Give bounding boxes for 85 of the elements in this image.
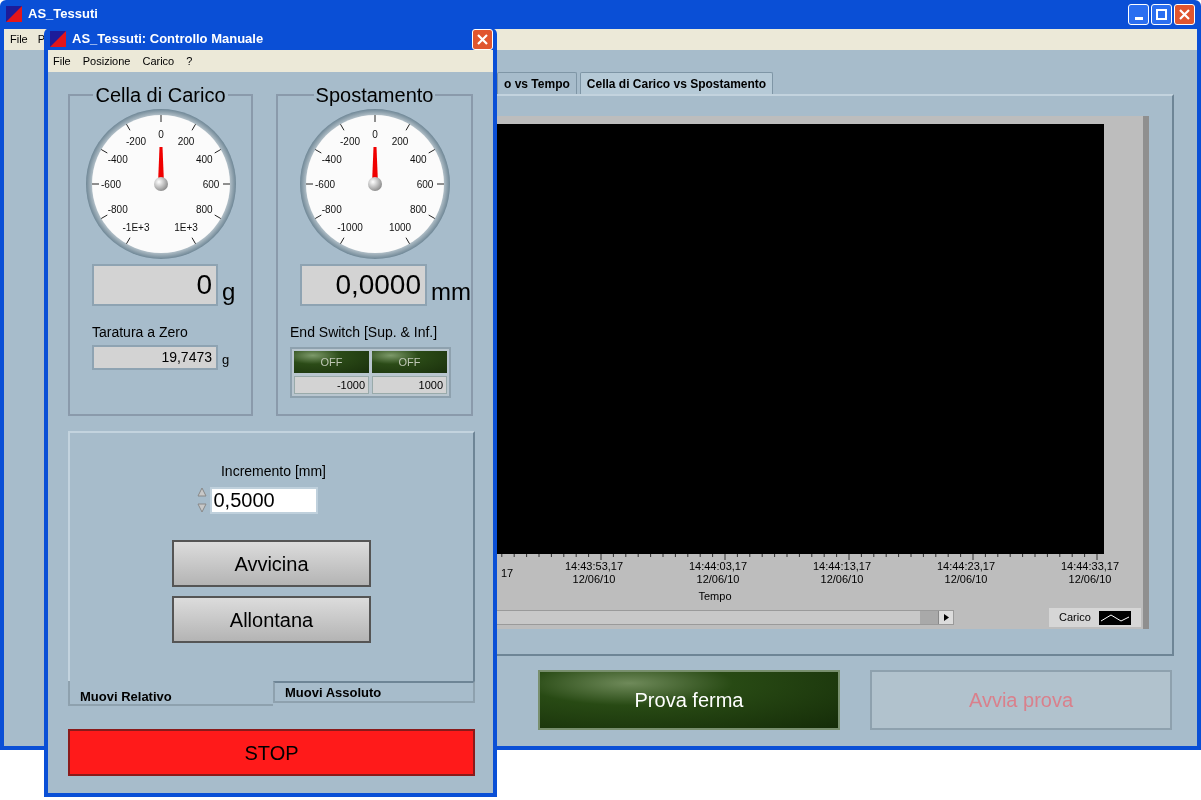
scale-label: 200: [177, 135, 194, 147]
limit-display: 1000: [372, 376, 447, 394]
maximize-icon: [1156, 8, 1167, 20]
close-button[interactable]: [1174, 3, 1195, 25]
scale-label: 800: [409, 204, 427, 215]
menu-item[interactable]: Carico: [142, 52, 175, 70]
tick-label: 14:44:23,17: [936, 560, 996, 573]
tick-label: 17: [501, 567, 514, 579]
tab[interactable]: Muovi Relativo: [68, 681, 273, 706]
down-arrow-icon: [195, 502, 208, 514]
legend-label: Carico: [1059, 610, 1091, 626]
scale-label: -800: [107, 204, 128, 215]
maximize-button[interactable]: [1151, 3, 1172, 25]
line-sample-icon: [1098, 610, 1131, 625]
field-label: Incremento [mm]: [221, 462, 326, 481]
indicator-light: OFF: [294, 351, 369, 373]
field-label: Taratura a Zero: [92, 323, 189, 342]
menu-item[interactable]: ?: [186, 52, 193, 70]
scale-label: 600: [416, 179, 433, 190]
needle-hub: [153, 177, 168, 191]
scale-label: -600: [100, 179, 121, 190]
scale-label: -200: [125, 135, 146, 147]
reading-display: 0,0000: [300, 264, 427, 306]
frame-title: Cella di Carico: [94, 84, 227, 106]
unit-label: g: [222, 351, 230, 369]
menu-item[interactable]: File: [53, 52, 71, 70]
stop-button[interactable]: STOP: [68, 729, 475, 776]
tick-label: 12/06/10: [1068, 573, 1112, 586]
tab[interactable]: Muovi Assoluto: [273, 681, 475, 703]
minimize-icon: [1134, 16, 1143, 20]
tick-label: 14:43:53,17: [564, 560, 624, 573]
scale-label: 200: [391, 135, 408, 147]
right-arrow-icon: [943, 614, 949, 621]
tick-label: 12/06/10: [944, 573, 988, 586]
scale-label: 1E+3: [173, 222, 198, 234]
app-icon: [50, 31, 66, 47]
scale-label: -1000: [336, 222, 363, 234]
move-button[interactable]: Allontana: [172, 596, 371, 643]
indicator-light: OFF: [372, 351, 447, 373]
tick-label: 14:44:13,17: [812, 560, 872, 573]
close-icon: [1179, 8, 1190, 20]
scale-label: -400: [107, 154, 128, 165]
scroll-thumb[interactable]: [920, 611, 938, 624]
up-arrow-icon: [195, 486, 208, 498]
close-button[interactable]: [472, 28, 493, 50]
menu-item[interactable]: File: [10, 31, 28, 48]
reading-display: 0: [92, 264, 218, 306]
scroll-right-button[interactable]: [938, 611, 953, 624]
scale-label: 800: [195, 204, 213, 215]
limit-display: -1000: [294, 376, 369, 394]
scale-label: 600: [202, 179, 219, 190]
unit-label: mm: [431, 278, 471, 306]
frame-title: Spostamento: [314, 84, 435, 106]
close-icon: [477, 33, 488, 45]
scale-label: -200: [339, 135, 360, 147]
window-title: AS_Tessuti: Controllo Manuale: [72, 30, 264, 49]
scale-label: -1E+3: [122, 222, 149, 234]
menu-item[interactable]: Posizione: [82, 52, 131, 70]
scale-label: 400: [409, 154, 427, 165]
scale-label: -400: [321, 154, 342, 165]
needle-hub: [367, 177, 382, 191]
tab[interactable]: Cella di Carico vs Spostamento: [579, 72, 774, 94]
unit-label: g: [222, 278, 236, 306]
minimize-button[interactable]: [1128, 3, 1149, 25]
scale-label: -800: [321, 204, 342, 215]
app-icon: [6, 6, 22, 22]
field-label: End Switch [Sup. & Inf.]: [290, 323, 439, 342]
scale-label: 400: [195, 154, 213, 165]
tick-label: 14:44:03,17: [688, 560, 748, 573]
scale-label: 0: [371, 129, 378, 140]
tick-label: 12/06/10: [820, 573, 864, 586]
menu-item[interactable]: P: [37, 31, 46, 48]
scale-label: 0: [157, 129, 164, 140]
value-display: 19,7473: [92, 345, 218, 370]
tick-label: 12/06/10: [696, 573, 740, 586]
scale-label: 1000: [388, 222, 411, 234]
tab[interactable]: o vs Tempo: [497, 72, 577, 94]
scale-label: -600: [314, 179, 335, 190]
input-field[interactable]: 0,5000: [209, 486, 318, 514]
window-title: AS_Tessuti: [28, 5, 98, 24]
tick-label: 14:44:33,17: [1060, 560, 1120, 573]
action-button[interactable]: Prova ferma: [538, 670, 840, 730]
move-button[interactable]: Avvicina: [172, 540, 371, 587]
tick-label: 12/06/10: [572, 573, 616, 586]
axis-title: Tempo: [698, 590, 732, 604]
